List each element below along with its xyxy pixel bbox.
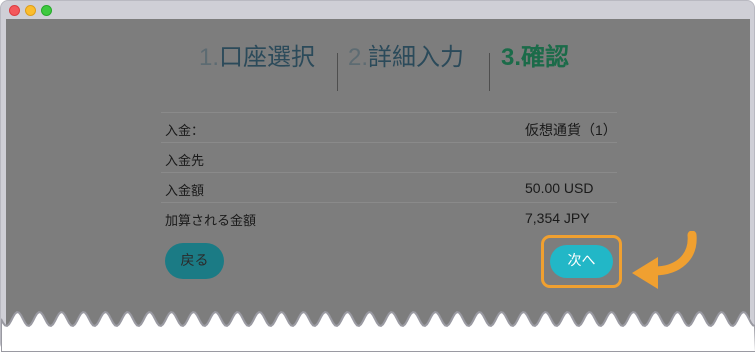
row-label: 入金先 <box>165 154 205 169</box>
curved-arrow-icon <box>632 231 697 289</box>
table-row: 入金： 仮想通貨（1） <box>161 112 617 142</box>
back-button[interactable]: 戻る <box>165 243 224 279</box>
table-row: 加算される金額 7,354 JPY <box>161 202 617 232</box>
row-value: 7,354 JPY <box>525 210 590 226</box>
row-value: 50.00 USD <box>525 180 594 196</box>
step-2-number: 2. <box>348 44 369 71</box>
close-window-icon[interactable] <box>9 5 20 16</box>
next-button[interactable]: 次へ <box>550 245 613 278</box>
torn-edge <box>1 310 755 352</box>
step-divider <box>337 53 338 91</box>
zoom-window-icon[interactable] <box>41 5 52 16</box>
step-3-number: 3. <box>501 44 522 71</box>
row-label: 加算される金額 <box>165 214 257 229</box>
row-label: 入金額 <box>165 184 205 199</box>
step-1-number: 1. <box>199 44 220 71</box>
table-row: 入金先 <box>161 142 617 172</box>
step-3-active: 3.確認 <box>501 37 569 77</box>
confirmation-panel: 1.口座選択 2.詳細入力 3.確認 入金： 仮想通貨（1） 入金先 入金額 5… <box>6 19 750 329</box>
title-bar <box>1 1 755 19</box>
step-2-label: 詳細入力 <box>368 43 465 71</box>
row-label: 入金： <box>165 124 205 139</box>
step-indicator: 1.口座選択 2.詳細入力 3.確認 <box>6 37 750 91</box>
table-row: 入金額 50.00 USD <box>161 172 617 202</box>
minimize-window-icon[interactable] <box>25 5 36 16</box>
row-value: 仮想通貨（1） <box>525 122 617 138</box>
step-1-label: 口座選択 <box>219 43 316 71</box>
step-3-label: 確認 <box>521 43 570 71</box>
browser-window: 1.口座選択 2.詳細入力 3.確認 入金： 仮想通貨（1） 入金先 入金額 5… <box>0 0 755 352</box>
step-divider <box>489 53 490 91</box>
deposit-details-table: 入金： 仮想通貨（1） 入金先 入金額 50.00 USD 加算される金額 7,… <box>161 112 617 232</box>
step-2: 2.詳細入力 <box>348 37 464 77</box>
step-1: 1.口座選択 <box>199 37 315 77</box>
